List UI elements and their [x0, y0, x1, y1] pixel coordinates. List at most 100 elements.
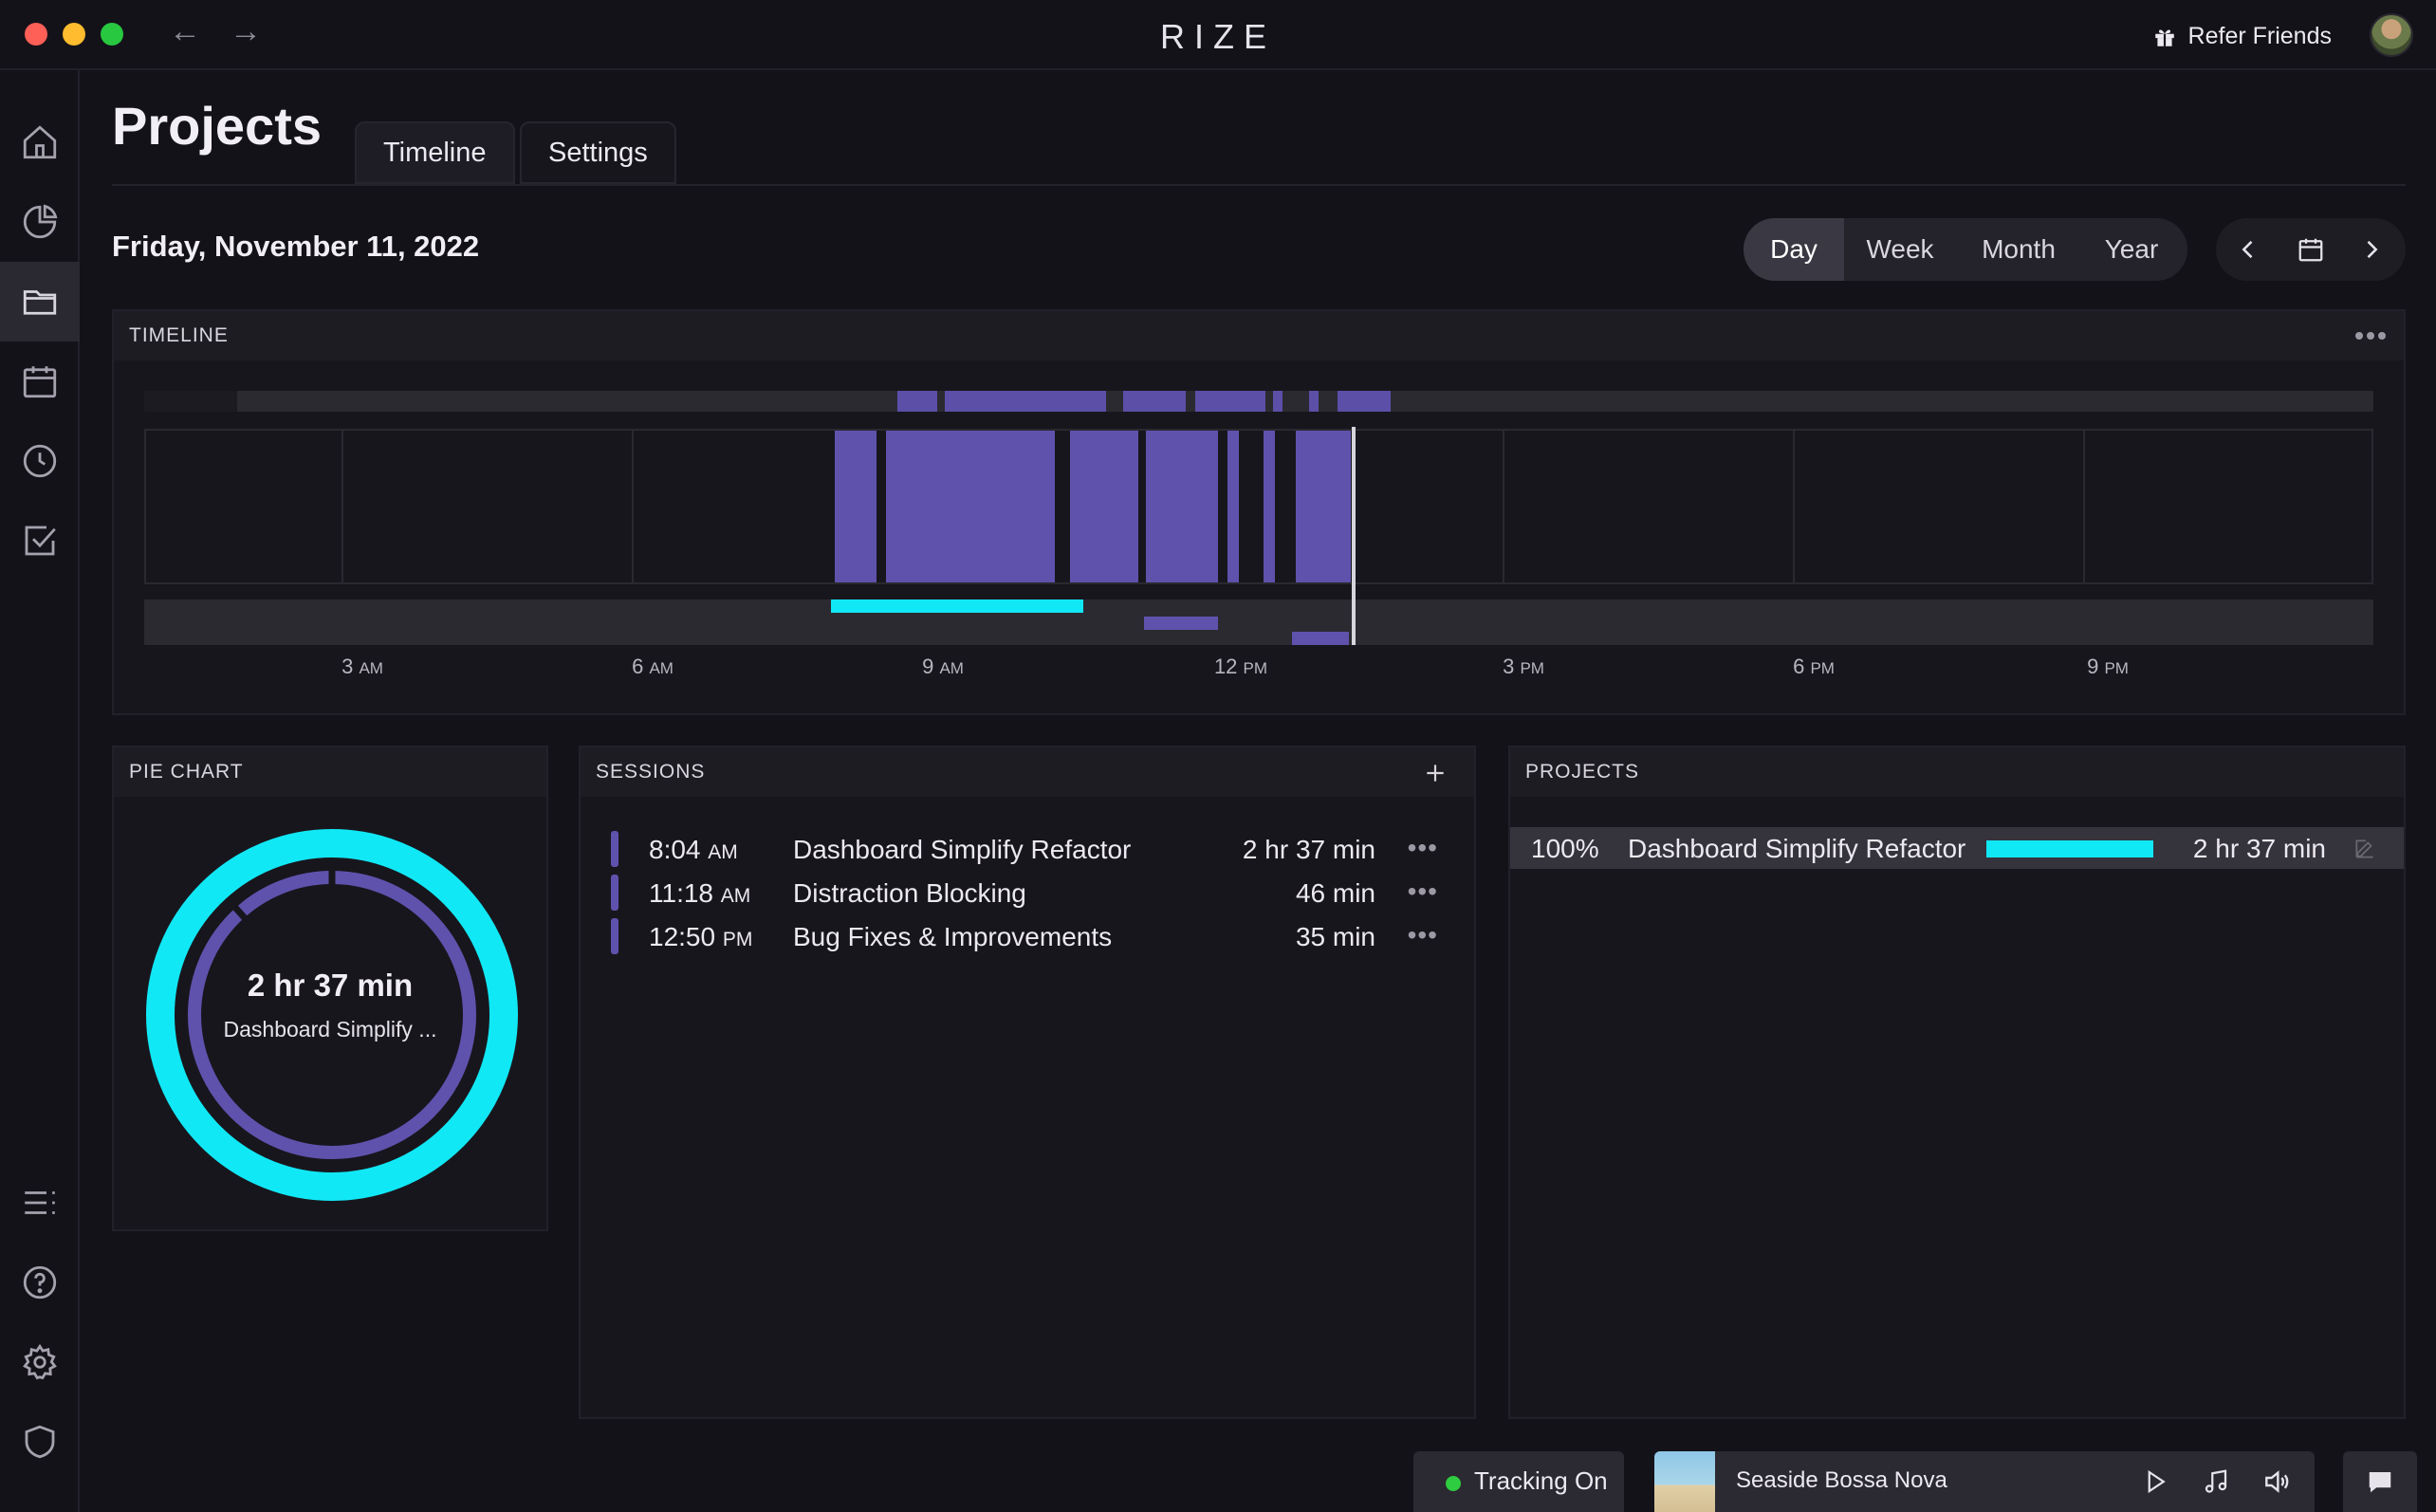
activity-bar[interactable] [1146, 431, 1218, 582]
shield-icon [25, 1425, 55, 1459]
overview-segment [1123, 391, 1186, 412]
chevron-left-icon [2242, 240, 2253, 259]
range-week-button[interactable]: Week [1844, 218, 1956, 281]
pie-chart-panel: PIE CHART 2 hr 37 min Dashboard Simplify… [112, 746, 548, 1231]
activity-bar[interactable] [1070, 431, 1138, 582]
session-name: Bug Fixes & Improvements [793, 922, 1113, 951]
tab-timeline[interactable]: Timeline [355, 121, 515, 184]
help-icon [23, 1265, 57, 1300]
sidebar-item-tasks[interactable] [0, 501, 80, 581]
session-start-time: 11:18 AM [649, 878, 751, 908]
gift-icon [2154, 29, 2174, 46]
session-duration: 46 min [1295, 878, 1375, 908]
music-note-icon [2205, 1469, 2227, 1493]
list-icon [25, 1191, 55, 1214]
clock-icon [23, 444, 57, 478]
grid-line [341, 431, 343, 582]
overview-segment [1195, 391, 1265, 412]
activity-bar[interactable] [1296, 431, 1351, 582]
sidebar-item-privacy[interactable] [0, 1402, 80, 1482]
date-navigator [2216, 218, 2406, 281]
sidebar-item-history[interactable] [0, 421, 80, 501]
grid-line [632, 431, 634, 582]
more-options-icon[interactable] [2354, 326, 2387, 345]
range-month-button[interactable]: Month [1956, 218, 2081, 281]
sidebar [0, 70, 80, 1512]
music-library-button[interactable] [2197, 1463, 2235, 1501]
activity-bar[interactable] [886, 431, 1055, 582]
chat-button[interactable] [2343, 1451, 2417, 1512]
overview-inactive-range [144, 391, 237, 412]
refer-friends-button[interactable]: Refer Friends [2152, 23, 2332, 50]
session-more-icon[interactable]: ••• [1408, 920, 1438, 950]
project-duration: 2 hr 37 min [2192, 834, 2326, 863]
session-row[interactable]: 12:50 PM Bug Fixes & Improvements 35 min… [581, 916, 1474, 954]
tracking-indicator [1446, 1476, 1461, 1491]
sidebar-item-analytics[interactable] [0, 182, 80, 262]
session-bar-bugfixes[interactable] [1292, 632, 1349, 645]
tracking-status-label: Tracking On [1474, 1466, 1608, 1495]
pie-chart-icon [23, 204, 58, 239]
session-bar-distraction[interactable] [1144, 617, 1218, 630]
calendar-picker-button[interactable] [2282, 218, 2339, 281]
tracking-status-button[interactable]: Tracking On [1413, 1451, 1624, 1512]
activity-bar[interactable] [1227, 431, 1239, 582]
sessions-panel: SESSIONS 8:04 AM Dashboard Simplify Refa… [579, 746, 1476, 1419]
session-more-icon[interactable]: ••• [1408, 876, 1438, 907]
rize-app-window: ← → RIZE Refer Friends Projects Timeline… [0, 0, 2436, 1512]
overview-segment [945, 391, 1106, 412]
session-duration: 35 min [1295, 922, 1375, 951]
session-bar-dashboard[interactable] [831, 599, 1083, 613]
user-avatar[interactable] [2370, 13, 2413, 57]
activity-bar[interactable] [1264, 431, 1275, 582]
overview-segment [1309, 391, 1319, 412]
project-row[interactable]: 100% Dashboard Simplify Refactor 2 hr 37… [1510, 827, 2404, 869]
time-tick: 9 PM [2087, 655, 2129, 678]
timeline-panel-header: TIMELINE [114, 311, 2404, 360]
track-name: Seaside Bossa Nova [1736, 1467, 1947, 1493]
activity-bar[interactable] [835, 431, 877, 582]
play-button[interactable] [2136, 1463, 2174, 1501]
previous-day-button[interactable] [2220, 218, 2277, 281]
session-start-time: 8:04 AM [649, 835, 738, 864]
project-share-fill [1986, 840, 2153, 857]
range-day-button[interactable]: Day [1744, 218, 1844, 281]
timeline-overview-scrubber[interactable] [144, 391, 2373, 412]
selected-date: Friday, November 11, 2022 [112, 230, 480, 263]
sidebar-item-list[interactable] [0, 1163, 80, 1243]
project-share-bar [1986, 840, 2153, 857]
sidebar-item-settings[interactable] [0, 1322, 80, 1402]
grid-line [1793, 431, 1795, 582]
overview-segment [1273, 391, 1283, 412]
time-tick: 6 PM [1793, 655, 1835, 678]
session-row[interactable]: 8:04 AM Dashboard Simplify Refactor 2 hr… [581, 829, 1474, 867]
session-start-time: 12:50 PM [649, 922, 753, 951]
pie-chart-title: PIE CHART [129, 761, 244, 783]
sidebar-item-calendar[interactable] [0, 341, 80, 421]
calendar-icon [23, 366, 57, 398]
edit-icon[interactable] [2353, 837, 2377, 861]
play-icon [2148, 1469, 2166, 1494]
session-row[interactable]: 11:18 AM Distraction Blocking 46 min ••• [581, 873, 1474, 911]
add-session-icon[interactable] [1423, 761, 1448, 785]
tab-settings[interactable]: Settings [520, 121, 676, 184]
donut-inner-ring [188, 871, 476, 1159]
page-title: Projects [112, 96, 322, 156]
range-selector: Day Week Month Year [1744, 218, 2187, 281]
next-day-button[interactable] [2343, 218, 2400, 281]
volume-button[interactable] [2258, 1463, 2296, 1501]
sessions-title: SESSIONS [596, 761, 706, 783]
project-donut-chart[interactable] [144, 827, 520, 1203]
projects-title: PROJECTS [1525, 761, 1640, 783]
timeline-activity-grid[interactable] [144, 429, 2373, 584]
session-name: Dashboard Simplify Refactor [793, 835, 1132, 864]
title-bar: ← → RIZE Refer Friends [0, 0, 2436, 70]
sidebar-item-home[interactable] [0, 102, 80, 182]
sidebar-item-projects[interactable] [0, 262, 80, 341]
timeline-title: TIMELINE [129, 324, 229, 346]
session-more-icon[interactable]: ••• [1408, 833, 1438, 863]
checkbox-icon [25, 526, 56, 556]
range-year-button[interactable]: Year [2081, 218, 2182, 281]
time-tick: 3 PM [1503, 655, 1544, 678]
sidebar-item-help[interactable] [0, 1243, 80, 1322]
